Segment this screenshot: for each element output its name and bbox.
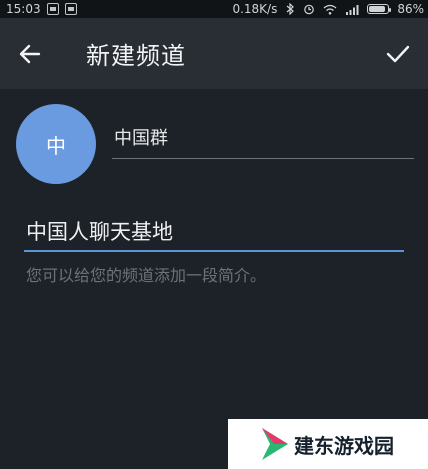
status-left: 15:03	[0, 2, 77, 16]
channel-avatar[interactable]: 中	[16, 104, 96, 184]
page-title: 新建频道	[86, 42, 186, 70]
check-icon	[386, 45, 410, 62]
signal-icon	[346, 4, 359, 15]
site-watermark: 建东游戏园	[228, 419, 428, 469]
alarm-icon	[304, 4, 315, 15]
back-button[interactable]	[4, 18, 56, 89]
channel-name-value: 中国群	[114, 128, 168, 149]
description-hint: 您可以给您的频道添加一段简介。	[26, 266, 267, 285]
bluetooth-icon	[286, 3, 295, 15]
network-speed: 0.18K/s	[232, 2, 278, 16]
battery-icon	[367, 4, 392, 14]
battery-level-fill	[369, 6, 385, 12]
app-bar: 新建频道	[0, 18, 428, 89]
notification-app2-icon	[64, 3, 77, 15]
status-bar: 15:03 0.18K/s 86%	[0, 0, 428, 18]
channel-description-value: 中国人聊天基地	[26, 220, 173, 244]
status-right: 0.18K/s 86%	[232, 2, 428, 16]
status-time: 15:03	[6, 2, 41, 16]
watermark-logo-icon	[262, 428, 288, 460]
back-arrow-icon	[19, 44, 41, 63]
battery-percent: 86%	[397, 2, 424, 16]
avatar-initial: 中	[46, 133, 66, 158]
watermark-text: 建东游戏园	[294, 433, 394, 458]
channel-name-input[interactable]: 中国群	[112, 118, 414, 159]
wifi-icon	[323, 4, 337, 15]
notification-app-icon	[46, 3, 59, 15]
channel-description-input[interactable]: 中国人聊天基地	[24, 212, 404, 252]
confirm-button[interactable]	[370, 18, 426, 89]
